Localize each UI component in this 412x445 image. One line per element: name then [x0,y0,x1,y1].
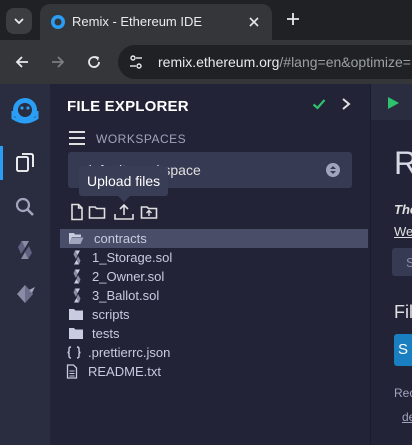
new-folder-icon[interactable] [88,203,106,221]
new-tab-button[interactable] [282,8,304,30]
upload-files-tooltip: Upload files [79,166,169,196]
tree-item-label: .prettierrc.json [88,345,171,360]
tab-search-button[interactable] [6,8,32,34]
json-file-icon [67,346,81,359]
remix-home-button[interactable] [0,90,50,134]
file-item-storage[interactable]: 1_Storage.sol [60,248,368,267]
forward-button[interactable] [46,50,70,74]
tree-item-label: scripts [92,307,130,322]
home-search-placeholder: S [406,255,412,270]
home-files-heading: Fil [394,302,412,322]
solidity-compiler-tab[interactable] [0,232,50,268]
new-file-icon[interactable] [68,203,86,221]
upload-files-icon[interactable] [113,203,135,221]
remix-favicon-icon [51,15,65,29]
text-file-icon [66,364,78,379]
solidity-file-icon [73,269,81,284]
editor-toolbar [371,84,412,120]
file-explorer-tab[interactable] [0,145,50,181]
solidity-file-icon [73,250,81,265]
browser-toolbar: remix.ethereum.org/#lang=en&optimize= [0,40,412,84]
url-text: remix.ethereum.org/#lang=en&optimize= [158,54,411,70]
file-item-ballot[interactable]: 3_Ballot.sol [60,286,368,305]
select-arrow-icon [326,163,340,177]
folder-item-tests[interactable]: tests [60,324,368,343]
solidity-compiler-icon [18,241,32,259]
close-icon [249,17,259,27]
tree-item-label: 1_Storage.sol [92,250,173,265]
file-explorer-icon [16,153,34,172]
back-button[interactable] [10,50,34,74]
address-bar[interactable]: remix.ethereum.org/#lang=en&optimize= [118,45,412,79]
tree-item-label: contracts [94,231,147,246]
remix-logo-icon [11,98,39,124]
tree-item-label: README.txt [88,364,161,379]
tree-item-label: tests [92,326,120,341]
home-heading: R [394,145,412,181]
folder-open-icon [69,233,84,244]
home-link[interactable]: We [394,224,412,239]
folder-item-scripts[interactable]: scripts [60,305,368,324]
home-recent-label: Rec [394,386,412,400]
search-tab[interactable] [0,189,50,225]
browser-tab-strip: Remix - Ethereum IDE [0,0,412,40]
tree-item-label: 3_Ballot.sol [92,288,160,303]
search-icon [15,197,34,216]
browser-tab[interactable]: Remix - Ethereum IDE [40,4,272,40]
file-item-prettierrc[interactable]: .prettierrc.json [60,343,368,362]
icon-panel [0,84,50,445]
close-tab-button[interactable] [244,12,264,32]
folder-item-contracts[interactable]: contracts [60,229,368,248]
hamburger-icon[interactable] [68,130,86,146]
forward-icon [52,56,65,68]
site-info-icon[interactable] [128,54,144,70]
chevron-right-icon[interactable] [340,97,352,111]
folder-icon [69,309,83,320]
remix-app: FILE EXPLORER WORKSPACES default_workspa… [0,84,412,445]
file-item-owner[interactable]: 2_Owner.sol [60,267,368,286]
home-featured-label: The [394,202,412,217]
plus-icon [287,13,299,25]
reload-icon [88,56,100,68]
url-host: remix.ethereum.org [158,54,280,70]
home-start-button-label: S [398,341,409,358]
file-explorer-panel: FILE EXPLORER WORKSPACES default_workspa… [50,84,370,445]
chevron-down-icon [14,18,24,25]
tab-title: Remix - Ethereum IDE [72,14,203,29]
deploy-run-tab[interactable] [0,276,50,312]
back-icon [15,56,28,68]
url-path: /#lang=en&optimize= [279,54,411,70]
upload-folder-icon[interactable] [140,203,158,221]
play-icon[interactable] [387,96,400,110]
workspaces-label: WORKSPACES [96,132,187,146]
tree-item-label: 2_Owner.sol [92,269,165,284]
panel-title: FILE EXPLORER [67,98,189,115]
tooltip-arrow [118,196,130,202]
home-recent-link[interactable]: de [402,410,412,424]
check-icon [312,99,326,110]
folder-icon [69,328,83,339]
deploy-icon [17,285,35,303]
solidity-file-icon [73,288,81,303]
reload-button[interactable] [82,50,106,74]
file-item-readme[interactable]: README.txt [60,362,368,381]
